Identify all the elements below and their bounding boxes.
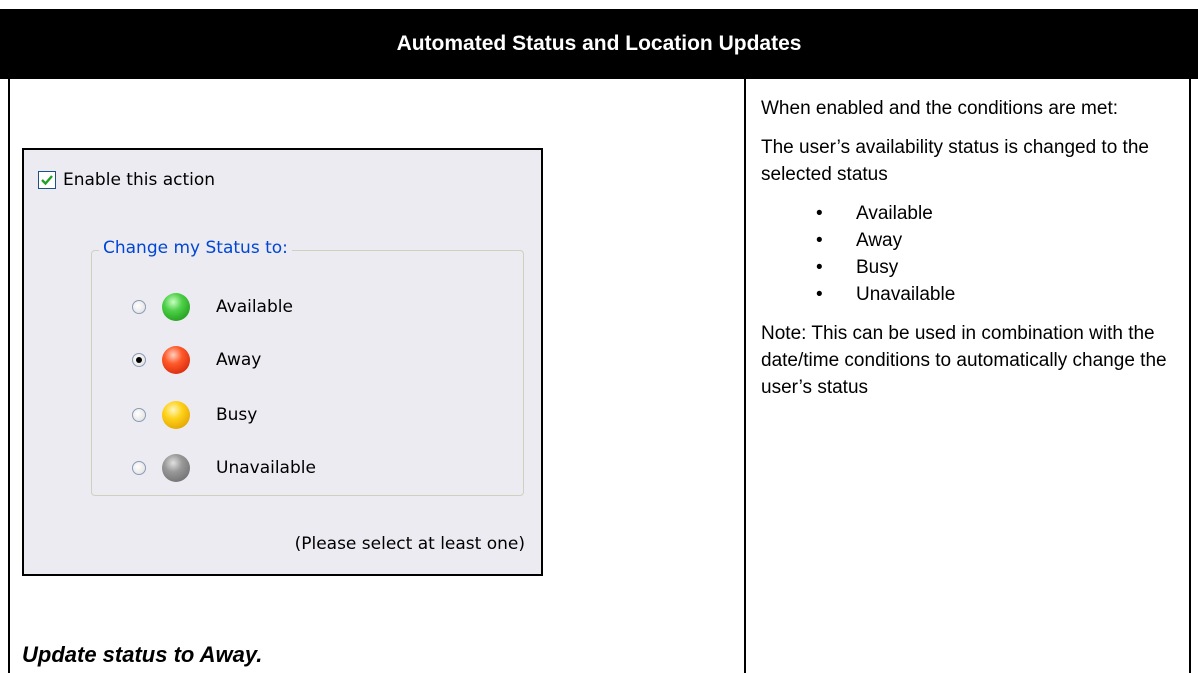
table-column-divider bbox=[744, 79, 746, 673]
radio-selected-dot bbox=[136, 357, 142, 363]
status-bullet-list: Available Away Busy Unavailable bbox=[761, 200, 1181, 308]
enable-action-checkbox[interactable] bbox=[38, 171, 56, 189]
document-table: Automated Status and Location Updates En… bbox=[0, 9, 1198, 673]
description-body: The user’s availability status is change… bbox=[761, 137, 1149, 185]
status-option-busy[interactable]: Busy bbox=[132, 401, 257, 429]
status-dialog-screenshot: Enable this action Change my Status to: … bbox=[22, 148, 543, 576]
yellow-status-orb-icon bbox=[162, 401, 190, 429]
red-status-orb-icon bbox=[162, 346, 190, 374]
status-option-label: Away bbox=[216, 350, 262, 370]
table-border-right bbox=[1189, 79, 1191, 673]
list-item: Busy bbox=[761, 254, 1181, 281]
status-option-unavailable[interactable]: Unavailable bbox=[132, 454, 316, 482]
header-title: Automated Status and Location Updates bbox=[396, 32, 802, 55]
available-radio[interactable] bbox=[132, 300, 146, 314]
status-option-label: Available bbox=[216, 297, 293, 317]
list-item: Available bbox=[761, 200, 1181, 227]
gray-status-orb-icon bbox=[162, 454, 190, 482]
green-status-orb-icon bbox=[162, 293, 190, 321]
status-group-label: Change my Status to: bbox=[99, 238, 292, 258]
description-column: When enabled and the conditions are met:… bbox=[761, 95, 1181, 413]
list-item: Unavailable bbox=[761, 281, 1181, 308]
checkmark-icon bbox=[41, 175, 53, 186]
table-border-left bbox=[8, 79, 10, 673]
figure-caption: Update status to Away. bbox=[22, 642, 263, 667]
description-note: Note: This can be used in combination wi… bbox=[761, 323, 1167, 398]
selection-hint: (Please select at least one) bbox=[294, 534, 525, 554]
status-option-away[interactable]: Away bbox=[132, 346, 261, 374]
status-option-label: Busy bbox=[216, 405, 258, 425]
busy-radio[interactable] bbox=[132, 408, 146, 422]
status-option-label: Unavailable bbox=[216, 458, 316, 478]
list-item: Away bbox=[761, 227, 1181, 254]
description-intro: When enabled and the conditions are met: bbox=[761, 98, 1119, 119]
enable-action-label: Enable this action bbox=[63, 170, 216, 190]
table-header: Automated Status and Location Updates bbox=[0, 9, 1198, 79]
enable-action-row[interactable]: Enable this action bbox=[38, 170, 215, 190]
away-radio[interactable] bbox=[132, 353, 146, 367]
status-option-available[interactable]: Available bbox=[132, 293, 293, 321]
unavailable-radio[interactable] bbox=[132, 461, 146, 475]
